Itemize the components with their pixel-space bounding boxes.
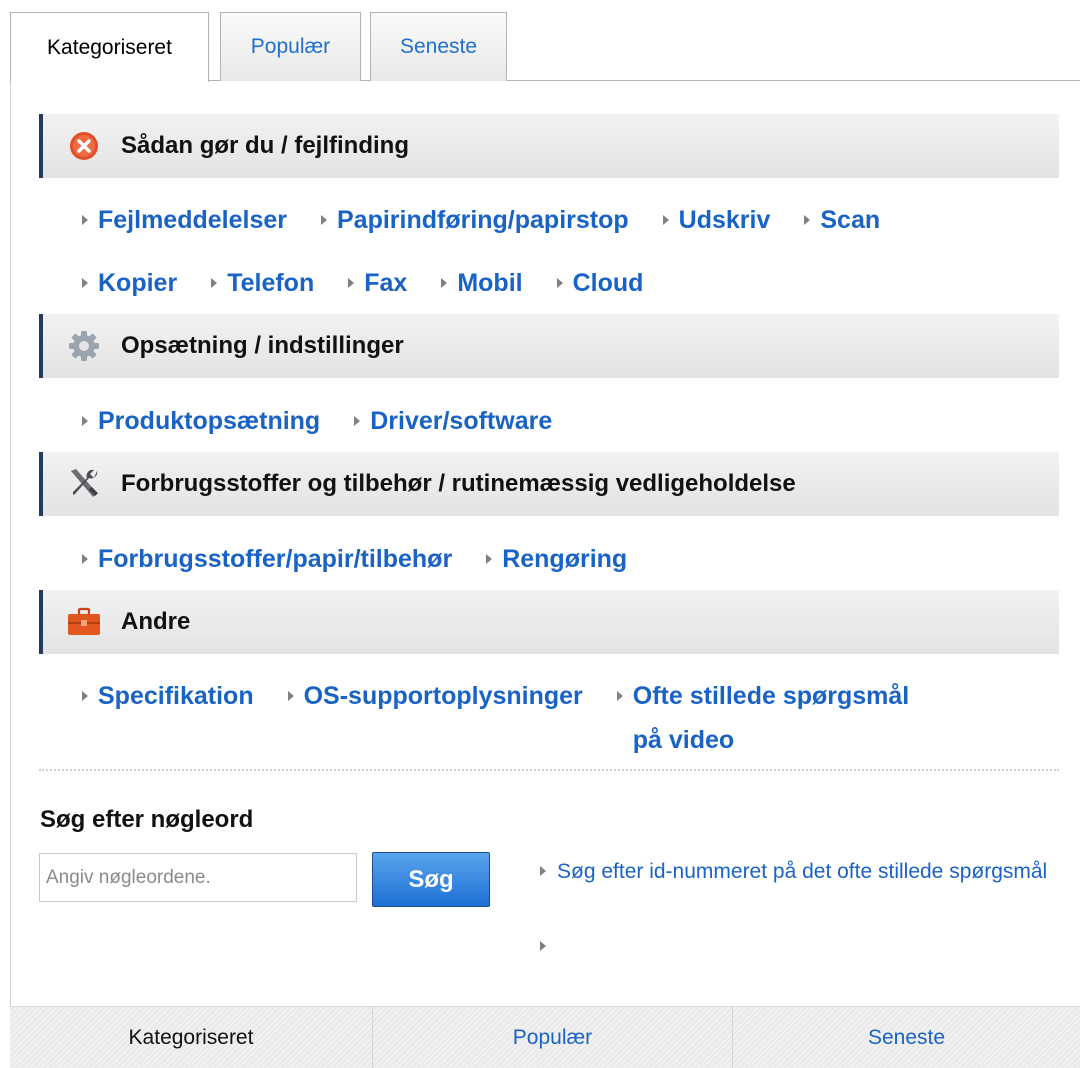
link-scan[interactable]: Scan bbox=[804, 202, 880, 238]
link-consumables-paper[interactable]: Forbrugsstoffer/papir/tilbehør bbox=[82, 541, 452, 577]
search-input[interactable] bbox=[39, 853, 357, 902]
link-cloud[interactable]: Cloud bbox=[556, 265, 643, 301]
triangle-right-icon bbox=[287, 691, 294, 701]
error-x-icon bbox=[66, 128, 102, 164]
section-title: Forbrugsstoffer og tilbehør / rutinemæss… bbox=[121, 470, 796, 497]
triangle-right-icon bbox=[540, 941, 546, 951]
tools-icon bbox=[66, 466, 102, 502]
link-faq-id-search[interactable]: Søg efter id-nummeret på det ofte stille… bbox=[540, 854, 1050, 890]
search-title: Søg efter nøgleord bbox=[40, 806, 254, 833]
bottom-tab-latest[interactable]: Seneste bbox=[733, 1007, 1080, 1068]
section-header-consumables: Forbrugsstoffer og tilbehør / rutinemæss… bbox=[39, 452, 1059, 516]
section-divider bbox=[39, 769, 1059, 771]
top-tab-bar: Kategoriseret Populær Seneste bbox=[0, 0, 1080, 82]
triangle-right-icon bbox=[348, 278, 355, 288]
link-row: Kopier Telefon Fax Mobil Cloud bbox=[82, 265, 677, 301]
triangle-right-icon bbox=[82, 278, 88, 288]
link-video-faq[interactable]: Ofte stillede spørgsmål på video bbox=[616, 678, 917, 762]
link-cleaning[interactable]: Rengøring bbox=[486, 541, 627, 577]
triangle-right-icon bbox=[556, 278, 563, 288]
triangle-right-icon bbox=[320, 215, 327, 225]
tab-categorized[interactable]: Kategoriseret bbox=[10, 12, 209, 82]
tab-popular[interactable]: Populær bbox=[220, 12, 361, 81]
gear-icon bbox=[66, 328, 102, 364]
link-row: Forbrugsstoffer/papir/tilbehør Rengøring bbox=[82, 541, 661, 577]
link-row: Produktopsætning Driver/software bbox=[82, 403, 586, 439]
triangle-right-icon bbox=[82, 554, 88, 564]
link-paper-feed[interactable]: Papirindføring/papirstop bbox=[320, 202, 629, 238]
triangle-right-icon bbox=[82, 691, 88, 701]
triangle-right-icon bbox=[804, 215, 811, 225]
link-driver-software[interactable]: Driver/software bbox=[354, 403, 552, 439]
tab-latest[interactable]: Seneste bbox=[370, 12, 507, 81]
triangle-right-icon bbox=[354, 416, 361, 426]
triangle-right-icon bbox=[616, 691, 623, 701]
link-row: Specifikation OS-supportoplysninger Ofte… bbox=[82, 678, 951, 762]
bottom-tab-bar: Kategoriseret Populær Seneste bbox=[10, 1006, 1080, 1068]
triangle-right-icon bbox=[82, 215, 88, 225]
link-row: Fejlmeddelelser Papirindføring/papirstop… bbox=[82, 202, 914, 238]
section-header-other: Andre bbox=[39, 590, 1059, 654]
triangle-right-icon bbox=[486, 554, 493, 564]
link-copy[interactable]: Kopier bbox=[82, 265, 177, 301]
search-button[interactable]: Søg bbox=[372, 852, 490, 907]
section-title: Sådan gør du / fejlfinding bbox=[121, 132, 409, 159]
toolbox-icon bbox=[66, 604, 102, 640]
link-print[interactable]: Udskriv bbox=[662, 202, 770, 238]
section-header-troubleshooting: Sådan gør du / fejlfinding bbox=[39, 114, 1059, 178]
link-empty[interactable] bbox=[540, 938, 546, 956]
triangle-right-icon bbox=[82, 416, 88, 426]
section-header-setup: Opsætning / indstillinger bbox=[39, 314, 1059, 378]
section-title: Andre bbox=[121, 608, 191, 635]
section-title: Opsætning / indstillinger bbox=[121, 332, 404, 359]
link-product-setup[interactable]: Produktopsætning bbox=[82, 403, 320, 439]
triangle-right-icon bbox=[662, 215, 669, 225]
triangle-right-icon bbox=[211, 278, 218, 288]
bottom-tab-categorized[interactable]: Kategoriseret bbox=[10, 1007, 373, 1068]
link-specification[interactable]: Specifikation bbox=[82, 678, 254, 714]
triangle-right-icon bbox=[540, 866, 546, 876]
link-mobile[interactable]: Mobil bbox=[441, 265, 523, 301]
link-error-messages[interactable]: Fejlmeddelelser bbox=[82, 202, 287, 238]
link-fax[interactable]: Fax bbox=[348, 265, 407, 301]
link-os-support[interactable]: OS-supportoplysninger bbox=[287, 678, 583, 714]
triangle-right-icon bbox=[441, 278, 448, 288]
link-phone[interactable]: Telefon bbox=[211, 265, 314, 301]
content-left-border bbox=[10, 81, 11, 1068]
bottom-tab-popular[interactable]: Populær bbox=[373, 1007, 733, 1068]
